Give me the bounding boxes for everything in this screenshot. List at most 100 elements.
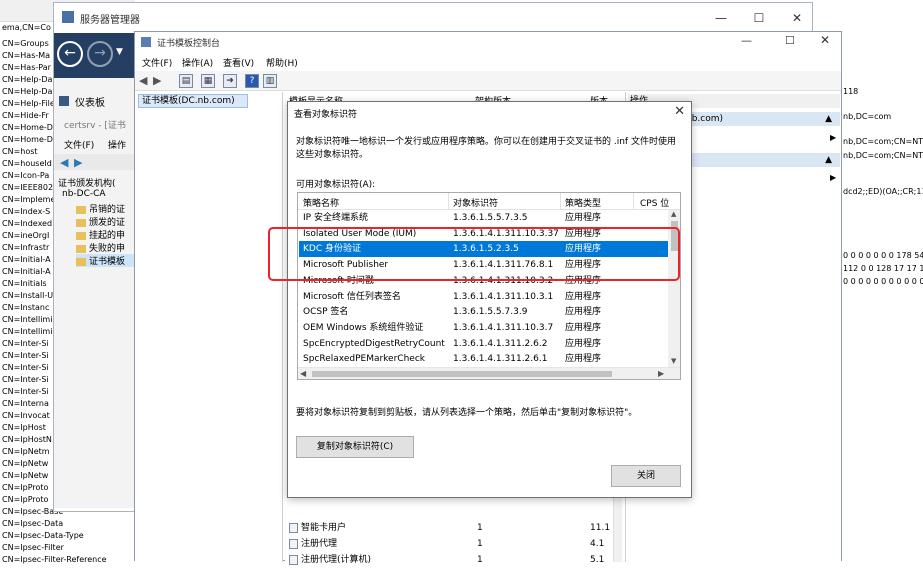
oid-row[interactable]: SpcEncryptedDigestRetryCount 1.3.6.1.4.1.… xyxy=(299,336,668,352)
menu-action[interactable]: 操作(A) xyxy=(182,56,213,69)
menu-view[interactable]: 查看(V) xyxy=(223,56,254,69)
console-close-button[interactable]: ✕ xyxy=(820,33,830,47)
oid-oid: 1.3.6.1.4.1.311.10.3.7 xyxy=(453,322,554,333)
action-pane-icon[interactable]: ▥ xyxy=(263,74,277,88)
console-maximize-button[interactable]: ☐ xyxy=(785,34,795,47)
certsrv-tree-item[interactable]: 证书颁发机构( xyxy=(58,176,134,189)
console-title: 证书模板控制台 xyxy=(157,39,221,49)
oid-type: 应用程序 xyxy=(565,213,602,223)
left-item[interactable]: CN=Ipsec-Filter xyxy=(2,542,135,554)
tree-item-cert-templates[interactable]: 证书模板(DC.nb.com) xyxy=(138,94,248,108)
oid-row[interactable]: Microsoft 信任列表签名 1.3.6.1.4.1.311.10.3.1 应用… xyxy=(299,289,668,305)
template-icon xyxy=(289,555,298,565)
certsrv-tree-item[interactable]: 挂起的申 xyxy=(76,228,134,241)
certsrv-title: certsrv - [证书 xyxy=(64,121,126,131)
oid-oid: 1.3.6.1.5.5.7.3.5 xyxy=(453,213,528,223)
back-icon[interactable]: ← xyxy=(57,41,83,67)
annotation-highlight-box xyxy=(268,227,680,281)
certsrv-tree-item[interactable]: nb-DC-CA xyxy=(62,189,134,199)
console-toolbar: ◀ ▶ ▤ ▦ ➜ ? ▥ xyxy=(135,71,841,91)
more-actions-arrow-icon[interactable]: ▶ xyxy=(830,173,836,182)
certsrv-tree-label: 失败的申 xyxy=(89,244,126,254)
back-arrow-icon[interactable]: ◀ xyxy=(60,156,68,169)
server-manager-sidebar: 仪表板 certsrv - [证书 文件(F) 操作 ◀ ▶ 证书颁发机构(nb… xyxy=(54,78,136,508)
console-minimize-button[interactable]: — xyxy=(741,34,752,47)
oid-type: 应用程序 xyxy=(565,354,602,365)
back-arrow-icon[interactable]: ◀ xyxy=(139,74,147,87)
maximize-button[interactable]: ☐ xyxy=(744,7,774,29)
show-hide-tree-icon[interactable]: ▤ xyxy=(179,74,193,88)
oid-list-hscroll[interactable]: ◀ ▶ xyxy=(298,367,680,379)
hscroll-thumb[interactable] xyxy=(312,371,612,377)
template-schema: 1 xyxy=(477,555,483,565)
left-item[interactable]: CN=Ipsec-Data-Type xyxy=(2,530,135,542)
col-policy-name[interactable]: 策略名称 xyxy=(303,196,339,209)
template-row[interactable]: 智能卡用户 1 11.1 xyxy=(285,520,625,536)
template-row[interactable]: 注册代理(计算机) 1 5.1 xyxy=(285,552,625,568)
certsrv-tree-item[interactable]: 颁发的证 xyxy=(76,215,134,228)
certsrv-tree-label: nb-DC-CA xyxy=(62,189,106,199)
certsrv-menu-file[interactable]: 文件(F) xyxy=(64,138,94,151)
menu-file[interactable]: 文件(F) xyxy=(142,56,172,69)
scroll-right-icon[interactable]: ▶ xyxy=(658,369,664,378)
oid-oid: 1.3.6.1.4.1.311.10.3.1 xyxy=(453,291,554,302)
oid-row[interactable]: IP 安全终端系统 1.3.6.1.5.5.7.3.5 应用程序 xyxy=(299,210,668,226)
col-cps-bit[interactable]: CPS 位 xyxy=(640,196,669,209)
oid-list[interactable]: 策略名称 对象标识符 策略类型 CPS 位 IP 安全终端系统 1.3.6.1.5… xyxy=(297,192,681,380)
scroll-down-icon[interactable]: ▼ xyxy=(671,357,676,365)
bg-text: 112 0 0 128 17 17 17 1 xyxy=(843,264,923,273)
forward-arrow-icon[interactable]: ▶ xyxy=(74,156,82,169)
server-manager-titlebar: 服务器管理器 — ☐ ✕ xyxy=(54,3,812,33)
folder-icon xyxy=(76,244,86,253)
dialog-title: 查看对象标识符 xyxy=(294,110,358,120)
certsrv-menu-action[interactable]: 操作 xyxy=(108,138,126,151)
certsrv-tree-label: 证书模板 xyxy=(89,257,126,267)
sidebar-item-dashboard[interactable]: 仪表板 xyxy=(75,94,105,109)
collapse-arrow-icon[interactable]: ▲ xyxy=(825,153,832,167)
template-version: 5.1 xyxy=(590,555,605,565)
minimize-button[interactable]: — xyxy=(706,7,736,29)
certsrv-tree-item[interactable]: 失败的申 xyxy=(76,241,134,254)
oid-name: SpcEncryptedDigestRetryCount xyxy=(303,338,445,349)
certsrv-tree-label: 颁发的证 xyxy=(89,218,126,228)
left-item[interactable]: CN=Ipsec-Data xyxy=(2,518,135,530)
help-icon[interactable]: ? xyxy=(245,74,259,88)
more-actions-arrow-icon[interactable]: ▶ xyxy=(830,133,836,142)
oid-row[interactable]: OEM Windows 系统组件验证 1.3.6.1.4.1.311.10.3.7… xyxy=(299,320,668,336)
bg-text: 0 0 0 0 0 0 0 0 0 0 0 0 0 0 0 xyxy=(843,277,923,286)
col-oid[interactable]: 对象标识符 xyxy=(453,196,498,209)
oid-row[interactable]: OCSP 签名 1.3.6.1.5.5.7.3.9 应用程序 xyxy=(299,304,668,320)
certsrv-tree-item[interactable]: 证书模板 xyxy=(76,254,134,267)
oid-type: 应用程序 xyxy=(565,338,602,349)
export-list-icon[interactable]: ➜ xyxy=(223,74,237,88)
chevron-down-icon[interactable]: ▼ xyxy=(116,47,123,57)
forward-icon[interactable]: → xyxy=(87,41,113,67)
close-button[interactable]: ✕ xyxy=(782,7,812,29)
scroll-left-icon[interactable]: ◀ xyxy=(300,369,306,378)
forward-arrow-icon[interactable]: ▶ xyxy=(153,74,161,87)
dialog-close-icon[interactable]: ✕ xyxy=(674,104,685,119)
template-name: 注册代理 xyxy=(301,539,338,549)
copy-oid-button[interactable]: 复制对象标识符(C) xyxy=(296,436,414,458)
menu-help[interactable]: 帮助(H) xyxy=(266,56,298,69)
col-policy-type[interactable]: 策略类型 xyxy=(565,196,601,209)
oid-name: IP 安全终端系统 xyxy=(303,213,368,223)
oid-row[interactable]: SpcRelaxedPEMarkerCheck 1.3.6.1.4.1.311.2… xyxy=(299,351,668,367)
oid-type: 应用程序 xyxy=(565,322,602,333)
template-row[interactable]: 注册代理 1 4.1 xyxy=(285,536,625,552)
certsrv-tree-item[interactable]: 吊销的证 xyxy=(76,202,134,215)
properties-icon[interactable]: ▦ xyxy=(201,74,215,88)
template-schema: 1 xyxy=(477,539,483,549)
template-icon xyxy=(289,539,298,549)
server-manager-app-icon xyxy=(62,11,74,23)
template-list-scrollbar[interactable] xyxy=(613,492,622,562)
left-item[interactable]: CN=Ipsec-Filter-Reference xyxy=(2,554,135,566)
collapse-arrow-icon[interactable]: ▲ xyxy=(825,112,832,126)
oid-name: SpcRelaxedPEMarkerCheck xyxy=(303,354,425,365)
close-dialog-button[interactable]: 关闭 xyxy=(611,465,681,487)
certsrv-tree-label: 挂起的申 xyxy=(89,231,126,241)
scroll-up-icon[interactable]: ▲ xyxy=(671,210,676,218)
oid-oid: 1.3.6.1.5.5.7.3.9 xyxy=(453,307,528,318)
console-app-icon xyxy=(141,37,151,47)
copy-hint: 要将对象标识符复制到剪贴板，请从列表选择一个策略，然后单击"复制对象标识符"。 xyxy=(296,408,638,418)
